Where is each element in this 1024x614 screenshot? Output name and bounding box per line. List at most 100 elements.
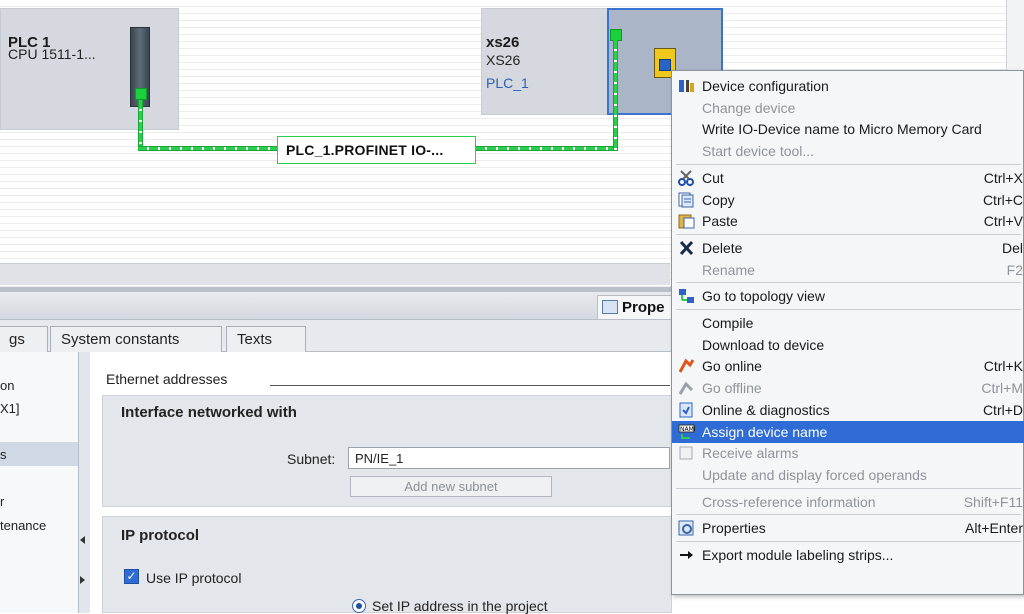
menu-item-shortcut: Ctrl+D (982, 401, 1023, 418)
menu-item-paste[interactable]: Paste Ctrl+V (672, 210, 1024, 232)
menu-item-compile[interactable]: Compile (672, 312, 1024, 334)
menu-item-assign-device-name[interactable]: NAME Assign device name (672, 420, 1024, 443)
context-menu: Device configuration Change device Write I… (671, 70, 1024, 595)
menu-item-properties[interactable]: Properties Alt+Enter (672, 517, 1024, 539)
plc-model: CPU 1511-1... (8, 46, 96, 62)
menu-item-copy[interactable]: Copy Ctrl+C (672, 189, 1024, 211)
checkbox-icon (678, 445, 695, 461)
menu-item-change-device[interactable]: Change device (672, 97, 1024, 119)
menu-separator (676, 282, 1021, 284)
menu-item-download-to-device[interactable]: Download to device (672, 334, 1024, 356)
menu-item-label: Export module labeling strips... (702, 547, 894, 563)
svg-text:NAME: NAME (680, 426, 695, 433)
nav-splitter[interactable] (78, 352, 90, 613)
menu-item-shortcut: Shift+F11 (963, 493, 1023, 510)
xs26-network-drop (613, 40, 618, 150)
menu-separator (676, 514, 1021, 516)
subnet-select[interactable]: PN/IE_1 (348, 447, 670, 469)
device-config-icon (678, 78, 695, 94)
menu-item-label: Start device tool... (702, 143, 815, 160)
menu-item-update-and-display-forced-operands[interactable]: Update and display forced operands (672, 464, 1024, 486)
menu-item-label: Download to device (702, 336, 825, 353)
profinet-network-label[interactable]: PLC_1.PROFINET IO-... (277, 136, 476, 164)
menu-item-rename[interactable]: Rename F2 (672, 259, 1024, 281)
menu-item-label: Change device (702, 99, 796, 116)
assign-name-icon: NAME (678, 424, 698, 440)
menu-item-go-offline[interactable]: Go offline Ctrl+M (672, 377, 1024, 399)
menu-item-start-device-tool[interactable]: Start device tool... (672, 140, 1024, 162)
menu-item-cross-reference-information[interactable]: Cross-reference information Shift+F11 (672, 491, 1024, 513)
menu-item-shortcut: Ctrl+X (983, 169, 1023, 186)
nav-item-advanced[interactable]: r (0, 494, 4, 509)
xs26-controller-link[interactable]: PLC_1 (486, 75, 529, 91)
nav-item-interface[interactable]: X1] (0, 401, 20, 416)
menu-item-label: Delete (702, 239, 743, 256)
menu-item-shortcut: Ctrl+C (982, 191, 1023, 208)
nav-selection (0, 442, 78, 466)
menu-item-label: Paste (702, 213, 738, 230)
export-arrow-icon (678, 547, 695, 563)
menu-item-cut[interactable]: Cut Ctrl+X (672, 167, 1024, 189)
paste-icon (678, 213, 695, 229)
use-ip-protocol-label: Use IP protocol (146, 570, 242, 586)
collapse-left-arrow-icon[interactable] (80, 536, 85, 544)
menu-item-label: Cut (702, 169, 724, 186)
menu-item-device-configuration[interactable]: Device configuration (672, 75, 1024, 97)
heading-rule (270, 385, 670, 386)
go-online-icon (678, 358, 695, 374)
menu-item-label: Go online (702, 358, 762, 375)
menu-item-label: Update and display forced operands (702, 466, 927, 483)
expand-right-arrow-icon[interactable] (80, 576, 85, 584)
plc-port-icon[interactable] (135, 88, 147, 100)
plc-network-drop (138, 100, 143, 148)
menu-item-label: Receive alarms (702, 445, 799, 462)
menu-separator (676, 233, 1021, 235)
menu-item-shortcut: Ctrl+V (983, 213, 1023, 230)
menu-separator (676, 487, 1021, 489)
menu-item-label: Write IO-Device name to Micro Memory Car… (702, 121, 982, 138)
menu-item-label: Compile (702, 315, 754, 331)
profinet-line-left (138, 146, 278, 151)
menu-item-shortcut: F2 (1006, 261, 1023, 278)
menu-item-delete[interactable]: Delete Del (672, 237, 1024, 259)
menu-item-label: Assign device name (702, 423, 828, 440)
menu-item-label: Go to topology view (702, 288, 825, 305)
menu-item-label: Device configuration (702, 78, 829, 94)
properties-pane-tab[interactable]: Prope (597, 295, 677, 319)
properties-icon (602, 300, 618, 314)
go-offline-icon (678, 380, 695, 396)
subnet-label: Subnet: (287, 451, 336, 467)
nav-item-ethernet-addresses[interactable]: s (0, 447, 7, 462)
set-ip-label: Set IP address in the project (372, 598, 548, 614)
add-new-subnet-button[interactable]: Add new subnet (350, 476, 552, 497)
menu-item-online-diagnostics[interactable]: Online & diagnostics Ctrl+D (672, 399, 1024, 421)
menu-item-go-to-topology-view[interactable]: Go to topology view (672, 285, 1024, 307)
plc-device-box[interactable] (0, 8, 179, 130)
use-ip-protocol-checkbox[interactable]: ✓ (124, 569, 139, 584)
properties-icon (678, 520, 695, 536)
tab-general[interactable]: gs (0, 326, 48, 352)
xs26-name: xs26 (486, 34, 520, 51)
properties-pane-tab-label: Prope (622, 299, 665, 316)
menu-separator (676, 541, 1021, 542)
menu-item-receive-alarms[interactable]: Receive alarms (672, 442, 1024, 464)
menu-item-shortcut: Ctrl+K (983, 358, 1023, 375)
menu-item-write-io-device-name-to-micro-memory-card[interactable]: Write IO-Device name to Micro Memory Car… (672, 118, 1024, 140)
menu-separator (676, 309, 1021, 310)
ip-protocol-title: IP protocol (121, 527, 200, 544)
tab-texts[interactable]: Texts (226, 326, 306, 352)
ethernet-addresses-heading: Ethernet addresses (106, 371, 228, 387)
set-ip-radio[interactable] (352, 599, 366, 613)
menu-item-label: Properties (702, 520, 766, 537)
nav-item-general[interactable]: on (0, 378, 14, 393)
scissors-icon (678, 170, 695, 186)
menu-item-go-online[interactable]: Go online Ctrl+K (672, 355, 1024, 377)
menu-item-export-module-labeling-strips[interactable]: Export module labeling strips... (672, 544, 1024, 566)
diagnostics-icon (678, 402, 695, 418)
menu-item-label: Cross-reference information (702, 493, 876, 510)
menu-item-shortcut: Alt+Enter (965, 520, 1023, 537)
nav-item-maintenance[interactable]: tenance (0, 518, 46, 533)
horizontal-scrollbar[interactable] (0, 263, 670, 285)
tab-system-constants[interactable]: System constants (50, 326, 222, 352)
menu-separator (676, 163, 1021, 165)
